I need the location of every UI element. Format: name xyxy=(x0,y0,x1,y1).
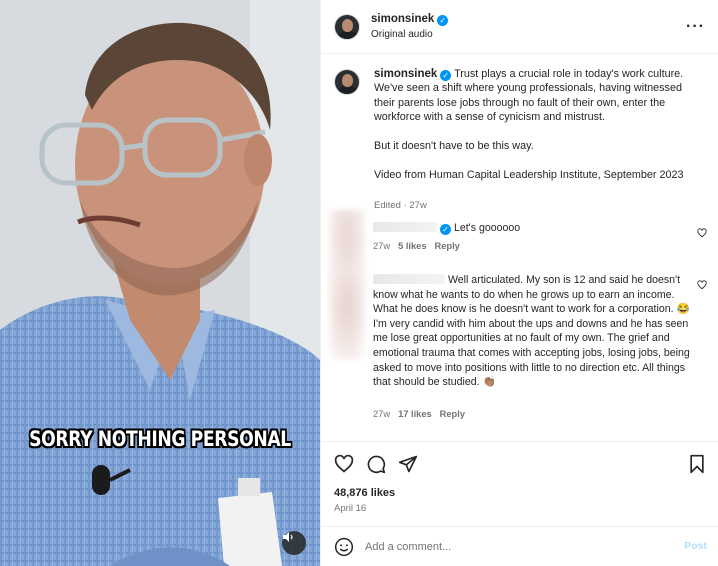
comment-age: 27w xyxy=(373,409,391,419)
comment-input[interactable] xyxy=(365,537,665,557)
post-details-panel: simonsinek ✓ Original audio ··· simonsine… xyxy=(320,0,718,566)
comment-age: 27w xyxy=(373,241,391,251)
comment-likes[interactable]: 5 likes xyxy=(398,241,426,251)
speaker-icon xyxy=(283,532,293,542)
comments-scroll-area[interactable]: simonsinek ✓ Trust plays a crucial role i… xyxy=(321,55,718,441)
bookmark-icon[interactable] xyxy=(688,454,706,474)
caption-username[interactable]: simonsinek xyxy=(374,68,437,80)
caption-body: Trust plays a crucial role in today's wo… xyxy=(374,68,684,181)
likes-count[interactable]: 48,876 likes xyxy=(334,487,395,499)
emoji-icon[interactable] xyxy=(334,537,354,557)
avatar[interactable] xyxy=(329,270,365,360)
caption-meta: Edited · 27w xyxy=(374,200,427,211)
edited-label: Edited xyxy=(374,200,401,211)
post-video[interactable]: SORRY NOTHING PERSONAL xyxy=(0,0,320,566)
verified-badge-icon: ✓ xyxy=(440,224,451,235)
caption-text: simonsinek ✓ Trust plays a crucial role i… xyxy=(374,67,704,182)
reply-button[interactable]: Reply xyxy=(440,409,465,419)
commenter-name[interactable] xyxy=(373,222,437,232)
heart-icon[interactable] xyxy=(334,454,354,474)
verified-badge-icon: ✓ xyxy=(440,70,452,81)
comment-likes[interactable]: 17 likes xyxy=(398,409,432,419)
heart-icon[interactable] xyxy=(697,280,707,290)
video-caption-overlay: SORRY NOTHING PERSONAL xyxy=(29,427,291,451)
audio-label[interactable]: Original audio xyxy=(371,29,433,40)
send-icon[interactable] xyxy=(398,454,418,474)
reply-button[interactable]: Reply xyxy=(435,241,460,251)
verified-badge-icon: ✓ xyxy=(437,15,449,26)
audio-toggle-button[interactable] xyxy=(282,531,306,555)
heart-icon[interactable] xyxy=(697,228,707,238)
caption-age: 27w xyxy=(409,200,427,211)
author-username[interactable]: simonsinek xyxy=(371,13,434,25)
comment-icon[interactable] xyxy=(366,454,386,474)
post-actions: 48,876 likes April 16 xyxy=(321,441,718,526)
comment-text: Well articulated. My son is 12 and said … xyxy=(373,274,690,389)
post-date: April 16 xyxy=(334,503,367,514)
more-options-icon[interactable]: ··· xyxy=(686,18,705,36)
avatar[interactable] xyxy=(334,69,360,95)
avatar[interactable] xyxy=(334,14,360,40)
post-comment-button[interactable]: Post xyxy=(684,540,707,552)
commenter-name[interactable] xyxy=(373,274,445,284)
video-frame xyxy=(0,0,320,566)
comment-composer: Post xyxy=(321,526,718,566)
comment-text: Let's goooooo xyxy=(453,222,521,234)
post-header: simonsinek ✓ Original audio ··· xyxy=(321,0,718,54)
